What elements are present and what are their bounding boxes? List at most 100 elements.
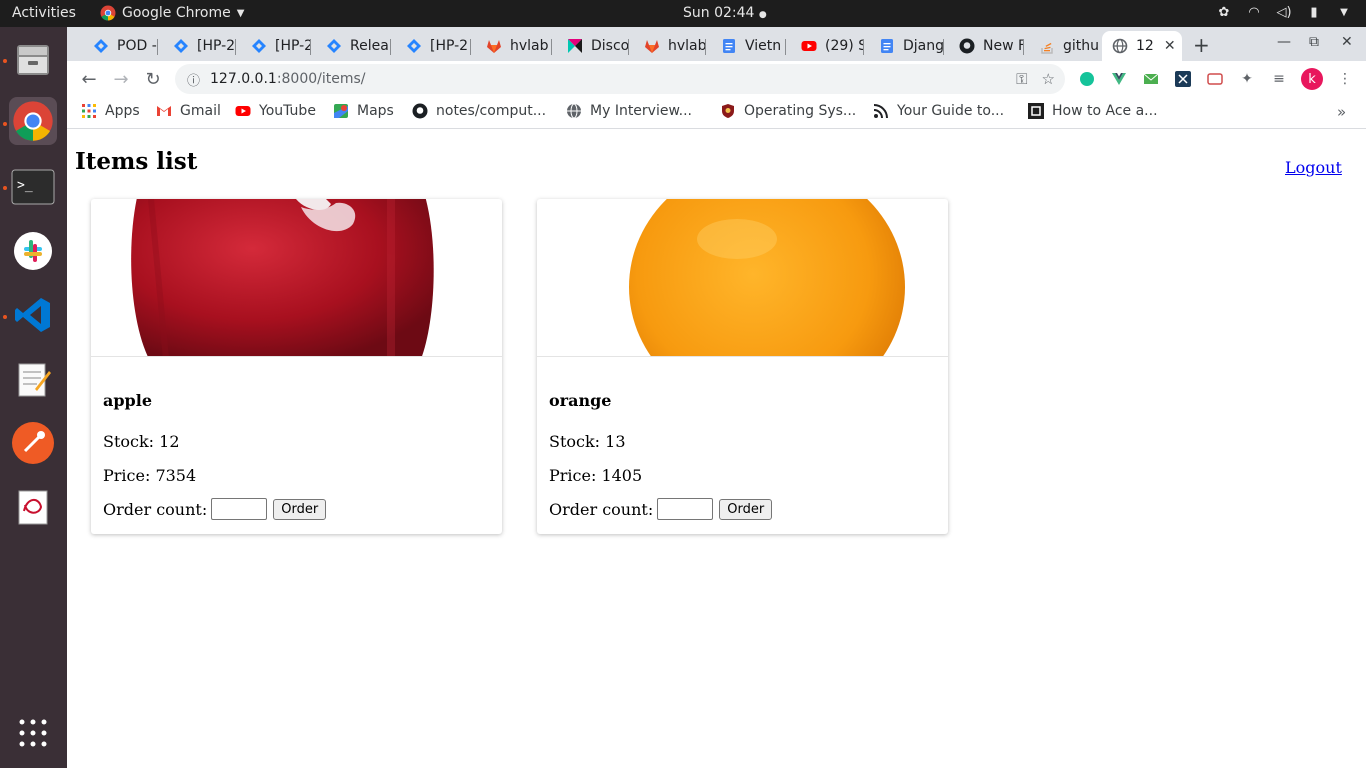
battery-icon[interactable]: ▮	[1306, 4, 1322, 20]
tab-separator	[705, 39, 706, 55]
extensions-puzzle-icon[interactable]: ✦	[1237, 69, 1257, 89]
files-icon[interactable]	[9, 35, 57, 83]
tab-title: 12	[1136, 38, 1154, 54]
volume-icon[interactable]: ◁)	[1276, 4, 1292, 20]
chrome-icon[interactable]	[9, 97, 57, 145]
show-applications-icon[interactable]	[9, 709, 57, 757]
vue-devtools-icon[interactable]	[1109, 69, 1129, 89]
browser-tab[interactable]: Vietn	[707, 31, 785, 61]
close-window-icon[interactable]: ✕	[1341, 34, 1353, 50]
postman-icon[interactable]	[9, 419, 57, 467]
restore-icon[interactable]: ⧉	[1309, 34, 1319, 50]
vscode-icon[interactable]	[9, 291, 57, 339]
browser-tab[interactable]: [HP-2	[237, 31, 310, 61]
browser-tab[interactable]: Disco	[553, 31, 628, 61]
github-icon	[412, 103, 428, 119]
paw-icon[interactable]: ✿	[1216, 4, 1232, 20]
tab-strip: + — ⧉ ✕ POD - [HP-2 [HP-2 Relea [HP-2 hvlab Di…	[67, 27, 1366, 61]
tab-title: Relea	[350, 38, 389, 54]
running-indicator	[3, 186, 7, 190]
bookmark-star-icon[interactable]: ☆	[1042, 70, 1055, 88]
svg-text:>_: >_	[17, 178, 33, 193]
key-icon[interactable]: ⚿	[1016, 70, 1027, 88]
grammarly-icon[interactable]	[1077, 69, 1097, 89]
browser-tab[interactable]: POD -	[79, 31, 157, 61]
minimize-icon[interactable]: —	[1277, 34, 1291, 50]
bookmark-item[interactable]: Your Guide to...	[873, 103, 1004, 119]
extension-x-icon[interactable]	[1173, 69, 1193, 89]
terminal-icon[interactable]: >_	[9, 163, 57, 211]
bookmark-item[interactable]: notes/comput...	[412, 103, 546, 119]
tab-title: (29) S	[825, 38, 863, 54]
bookmark-item[interactable]: Operating Sys...	[720, 103, 856, 119]
gitlab-icon	[486, 38, 502, 54]
browser-tab[interactable]: [HP-2	[159, 31, 235, 61]
page-content: Items list Logout apple Stock: 12 Price:…	[67, 130, 1366, 768]
new-tab-button[interactable]: +	[1193, 33, 1210, 57]
app-menu[interactable]: Google Chrome ▼	[100, 5, 244, 21]
docs-icon	[879, 38, 895, 54]
address-bar[interactable]: ⓘ 127.0.0.1:8000/items/ ⚿ ☆	[175, 64, 1065, 94]
jira-icon	[406, 38, 422, 54]
omnibox-actions: ⚿ ☆	[1016, 70, 1055, 88]
mail-tracker-icon[interactable]	[1141, 69, 1161, 89]
logout-link[interactable]: Logout	[1285, 158, 1342, 177]
bookmark-label: YouTube	[259, 103, 316, 119]
browser-tab[interactable]: (29) S	[787, 31, 863, 61]
activities-button[interactable]: Activities	[12, 5, 76, 21]
clock-text: Sun 02:44	[683, 5, 755, 21]
order-count-input[interactable]	[211, 498, 268, 520]
youtube-icon	[801, 38, 817, 54]
close-tab-icon[interactable]: ✕	[1164, 38, 1176, 54]
url-path: :8000/items/	[276, 71, 366, 87]
bookmark-item[interactable]: YouTube	[235, 103, 316, 119]
more-bookmarks-icon[interactable]: »	[1337, 103, 1346, 121]
browser-tab[interactable]: New F	[945, 31, 1023, 61]
tab-title: Vietn	[745, 38, 782, 54]
profile-avatar[interactable]: k	[1301, 68, 1323, 90]
site-info-icon[interactable]: ⓘ	[187, 70, 200, 89]
text-editor-icon[interactable]	[9, 355, 57, 403]
order-button[interactable]: Order	[273, 498, 327, 520]
browser-tab[interactable]: [HP-2	[392, 31, 470, 61]
bookmark-item[interactable]: Maps	[333, 103, 394, 119]
tab-title: New F	[983, 38, 1023, 54]
order-count-input[interactable]	[657, 498, 714, 520]
cast-extension-icon[interactable]	[1205, 69, 1225, 89]
item-price: Price: 7354	[103, 466, 197, 485]
bookmark-item[interactable]: Apps	[81, 103, 140, 119]
tab-active[interactable]: 12 ✕	[1102, 31, 1182, 61]
forward-button[interactable]: →	[109, 67, 133, 91]
system-tray[interactable]: ✿ ◠ ◁) ▮ ▼	[1216, 4, 1352, 20]
item-image-apple	[91, 199, 502, 357]
tab-separator	[863, 39, 864, 55]
tab-separator	[310, 39, 311, 55]
running-indicator	[3, 59, 7, 63]
browser-tab[interactable]: githu	[1025, 31, 1100, 61]
bookmark-item[interactable]: Gmail	[156, 103, 221, 119]
gitlab-icon	[644, 38, 660, 54]
order-count-label: Order count:	[549, 499, 654, 519]
browser-tab[interactable]: hvlab	[630, 31, 705, 61]
tab-separator	[551, 39, 552, 55]
browser-tab[interactable]: hvlab	[472, 31, 551, 61]
slack-icon[interactable]	[9, 227, 57, 275]
back-button[interactable]: ←	[77, 67, 101, 91]
document-viewer-icon[interactable]	[9, 483, 57, 531]
wifi-icon[interactable]: ◠	[1246, 4, 1262, 20]
tab-title: Disco	[591, 38, 628, 54]
bookmark-label: Your Guide to...	[897, 103, 1005, 119]
stackoverflow-icon	[1039, 38, 1055, 54]
jira-icon	[93, 38, 109, 54]
media-controls-icon[interactable]: ≡	[1269, 69, 1289, 89]
clock[interactable]: Sun 02:44 ●	[683, 5, 767, 21]
bookmark-item[interactable]: How to Ace a...	[1028, 103, 1158, 119]
chrome-menu-icon[interactable]: ⋮	[1335, 69, 1355, 89]
browser-tab[interactable]: Relea	[312, 31, 390, 61]
chevron-down-icon[interactable]: ▼	[1336, 4, 1352, 20]
bookmark-item[interactable]: My Interview...	[566, 103, 692, 119]
browser-tab[interactable]: Djang	[865, 31, 943, 61]
order-button[interactable]: Order	[719, 498, 773, 520]
reload-button[interactable]: ↻	[141, 67, 165, 91]
bookmark-label: Gmail	[180, 103, 221, 119]
